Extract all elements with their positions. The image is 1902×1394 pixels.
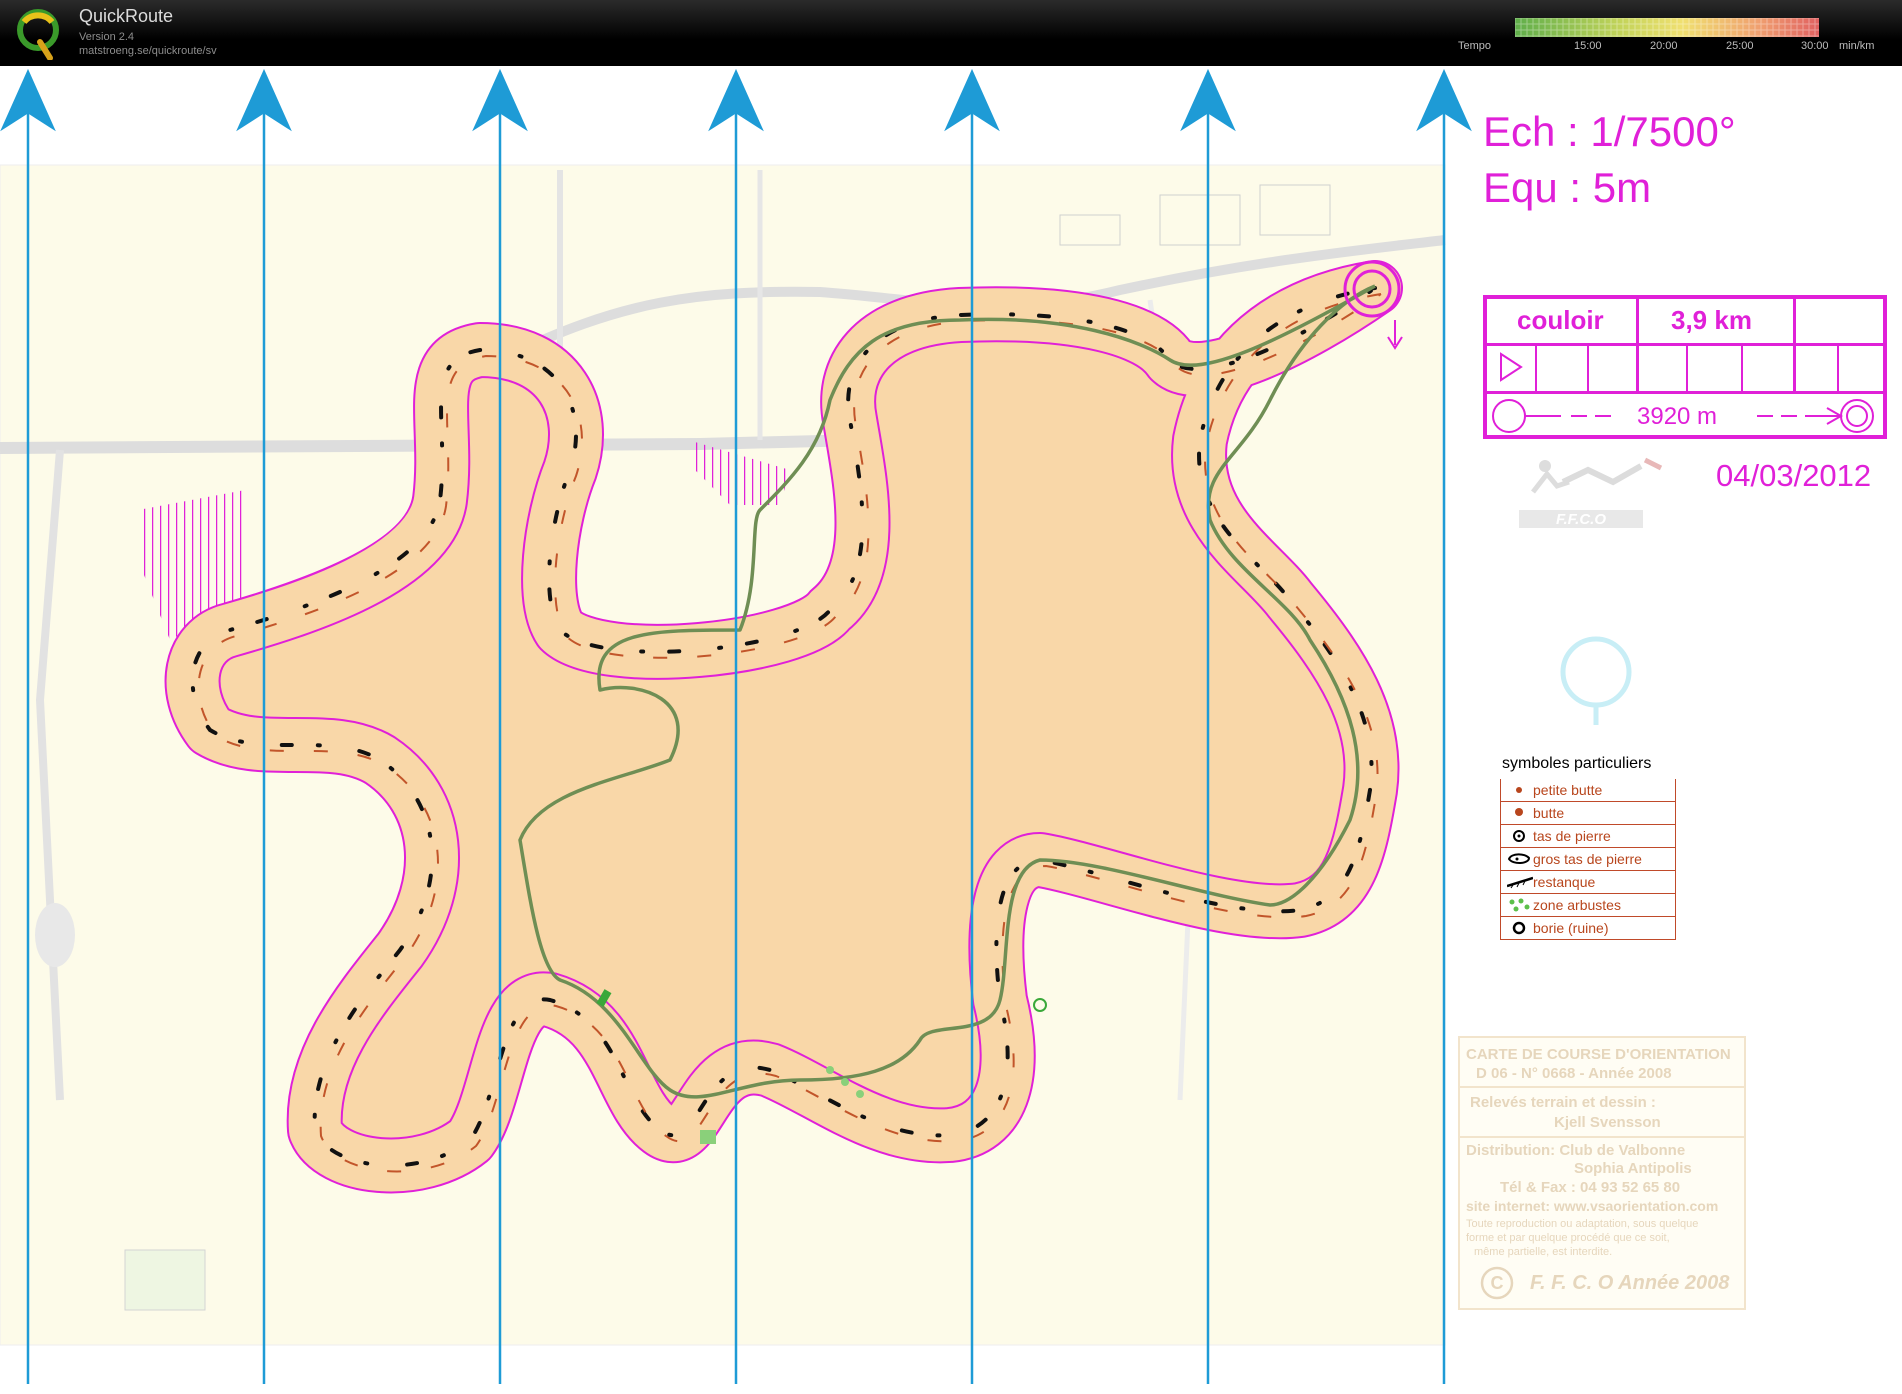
info-line: même partielle, est interdite.: [1474, 1246, 1613, 1258]
legend-item: zone arbustes: [1500, 894, 1676, 917]
tempo-tick: 25:00: [1726, 40, 1754, 52]
legend: symboles particuliers petite butte butte…: [1500, 755, 1676, 940]
tempo-tick: 20:00: [1650, 40, 1678, 52]
app-url: matstroeng.se/quickroute/sv: [79, 45, 217, 57]
tempo-color-scale: [1515, 18, 1819, 37]
info-line: Toute reproduction ou adaptation, sous q…: [1466, 1218, 1699, 1230]
app-header: QuickRoute Version 2.4 matstroeng.se/qui…: [0, 0, 1902, 66]
blob-icon: [1507, 853, 1531, 864]
map-equidistance: Equ : 5m: [1483, 164, 1652, 211]
app-version: Version 2.4: [79, 31, 135, 43]
course-name: couloir: [1517, 305, 1604, 335]
legend-item: restanque: [1500, 871, 1676, 894]
tempo-label: Tempo: [1458, 40, 1492, 52]
info-line: Relevés terrain et dessin :: [1470, 1094, 1656, 1111]
tempo-tick: 15:00: [1574, 40, 1602, 52]
map-scale: Ech : 1/7500°: [1483, 108, 1736, 155]
legend-label: butte: [1533, 805, 1565, 821]
legend-label: gros tas de pierre: [1533, 851, 1642, 867]
info-line: forme et par quelque procédé que ce soit…: [1466, 1232, 1670, 1244]
legend-item: petite butte: [1500, 779, 1676, 802]
small-dot-icon: [1516, 787, 1522, 793]
start-triangle-icon: [1500, 352, 1523, 382]
svg-text:C: C: [1491, 1273, 1504, 1293]
cyan-circle-mark: [1560, 636, 1632, 725]
legend-item: butte: [1500, 802, 1676, 825]
course-date: 04/03/2012: [1716, 458, 1872, 493]
info-line: F. F. C. O Année 2008: [1530, 1272, 1730, 1294]
info-line: CARTE DE COURSE D'ORIENTATION: [1466, 1046, 1731, 1063]
legend-label: restanque: [1533, 874, 1596, 890]
legend-label: tas de pierre: [1533, 828, 1611, 844]
info-line: D 06 - N° 0668 - Année 2008: [1476, 1065, 1672, 1082]
green-dots-icon: [1509, 898, 1530, 912]
legend-label: petite butte: [1533, 782, 1603, 798]
tempo-tick: 30:00: [1801, 40, 1829, 52]
dot-icon: [1515, 808, 1523, 816]
info-line: Kjell Svensson: [1554, 1114, 1661, 1131]
grey-rock: [35, 903, 75, 967]
course-length: 3,9 km: [1671, 305, 1752, 335]
wall-icon: [1507, 876, 1533, 889]
legend-title: symboles particuliers: [1502, 755, 1652, 772]
legend-item: gros tas de pierre: [1500, 848, 1676, 871]
course-distance: 3920 m: [1637, 403, 1718, 430]
legend-label: zone arbustes: [1533, 897, 1621, 913]
ring-icon: [1512, 921, 1526, 935]
svg-text:F.F.C.O: F.F.C.O: [1556, 511, 1606, 528]
legend-item: tas de pierre: [1500, 825, 1676, 848]
map-info-box: CARTE DE COURSE D'ORIENTATION D 06 - N° …: [1458, 1036, 1746, 1310]
copyright-icon: C: [1480, 1266, 1514, 1300]
info-line: site internet: www.vsaorientation.com: [1466, 1198, 1719, 1214]
info-line: Tél & Fax : 04 93 52 65 80: [1500, 1179, 1681, 1196]
tempo-unit: min/km: [1839, 40, 1875, 52]
ffco-logo-icon: F.F.C.O: [1519, 457, 1663, 528]
quickroute-logo-icon: [17, 9, 59, 60]
legend-item: borie (ruine): [1500, 917, 1676, 940]
circle-dot-icon: [1513, 830, 1525, 842]
course-info-table: couloir 3,9 km 3920 m: [1483, 295, 1887, 439]
app-name: QuickRoute: [79, 6, 174, 26]
building: [124, 1249, 206, 1311]
info-line: Distribution: Club de Valbonne: [1466, 1142, 1686, 1159]
legend-label: borie (ruine): [1533, 920, 1609, 936]
info-line: Sophia Antipolis: [1574, 1160, 1692, 1177]
